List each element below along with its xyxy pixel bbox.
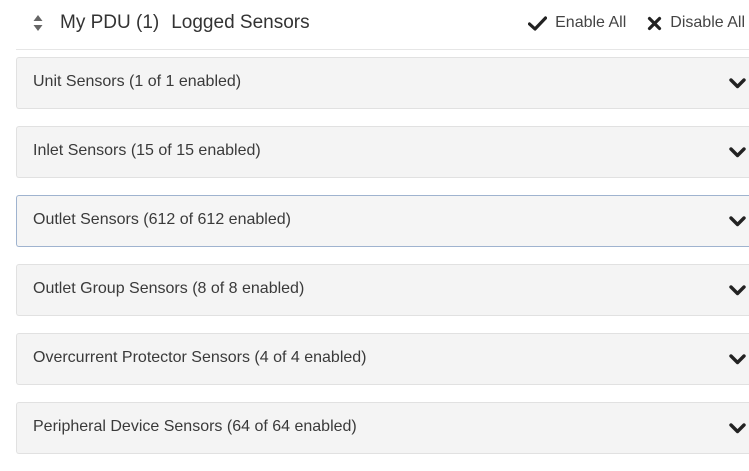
panel-label: Outlet Sensors (612 of 612 enabled) bbox=[33, 211, 291, 228]
header-divider bbox=[16, 49, 749, 50]
panel-label: Inlet Sensors (15 of 15 enabled) bbox=[33, 142, 261, 159]
device-name[interactable]: My PDU (1) bbox=[60, 12, 159, 34]
x-icon bbox=[647, 16, 662, 31]
header-actions: Enable All Disable All bbox=[528, 10, 745, 36]
chevron-down-icon[interactable] bbox=[729, 284, 746, 297]
sensor-panel-list: Unit Sensors (1 of 1 enabled) Inlet Sens… bbox=[16, 57, 749, 471]
header-bar: My PDU (1) Logged Sensors Enable All Dis… bbox=[0, 0, 749, 48]
disable-all-button[interactable]: Disable All bbox=[647, 14, 745, 32]
panel-overcurrent-protector-sensors[interactable]: Overcurrent Protector Sensors (4 of 4 en… bbox=[16, 333, 749, 385]
chevron-down-icon[interactable] bbox=[729, 77, 746, 90]
chevron-down-icon[interactable] bbox=[729, 146, 746, 159]
panel-unit-sensors[interactable]: Unit Sensors (1 of 1 enabled) bbox=[16, 57, 749, 109]
panel-peripheral-device-sensors[interactable]: Peripheral Device Sensors (64 of 64 enab… bbox=[16, 402, 749, 454]
panel-outlet-group-sensors[interactable]: Outlet Group Sensors (8 of 8 enabled) bbox=[16, 264, 749, 316]
panel-label: Overcurrent Protector Sensors (4 of 4 en… bbox=[33, 349, 367, 366]
enable-all-label: Enable All bbox=[555, 14, 627, 31]
panel-label: Outlet Group Sensors (8 of 8 enabled) bbox=[33, 280, 305, 297]
enable-all-button[interactable]: Enable All bbox=[528, 14, 626, 32]
device-selector[interactable]: My PDU (1) Logged Sensors bbox=[32, 10, 310, 36]
panel-label: Peripheral Device Sensors (64 of 64 enab… bbox=[33, 418, 357, 435]
chevron-down-icon[interactable] bbox=[729, 215, 746, 228]
checkmark-icon bbox=[528, 15, 548, 31]
panel-outlet-sensors[interactable]: Outlet Sensors (612 of 612 enabled) bbox=[16, 195, 749, 247]
chevron-down-icon[interactable] bbox=[729, 353, 746, 366]
chevron-down-icon[interactable] bbox=[729, 422, 746, 435]
page-title: Logged Sensors bbox=[171, 12, 310, 33]
disable-all-label: Disable All bbox=[670, 14, 745, 31]
sort-updown-icon[interactable] bbox=[32, 14, 44, 32]
panel-label: Unit Sensors (1 of 1 enabled) bbox=[33, 73, 242, 90]
panel-inlet-sensors[interactable]: Inlet Sensors (15 of 15 enabled) bbox=[16, 126, 749, 178]
